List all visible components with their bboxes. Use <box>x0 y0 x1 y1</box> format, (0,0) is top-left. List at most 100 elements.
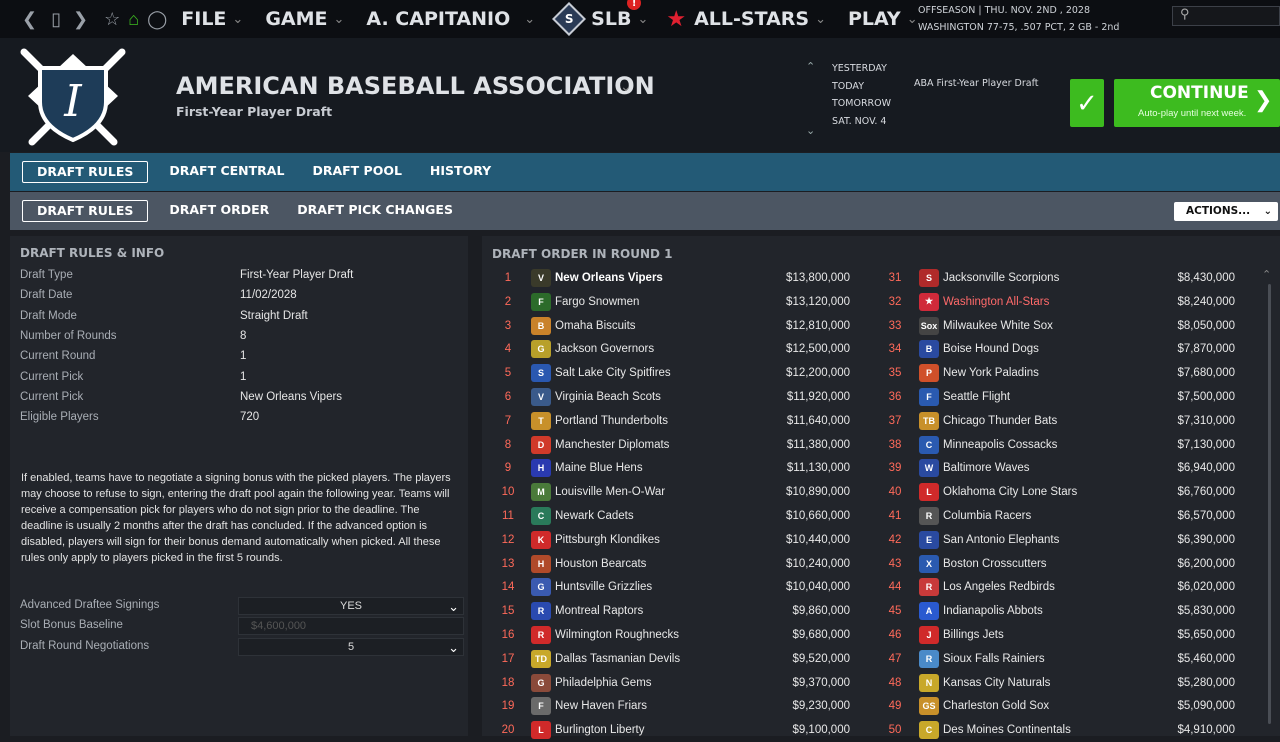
team-name[interactable]: Washington All-Stars <box>943 296 1049 308</box>
lightbulb-icon[interactable]: ◯ <box>147 9 167 30</box>
notification-badge: ! <box>627 0 642 10</box>
team-name[interactable]: New York Paladins <box>943 367 1039 379</box>
team-name[interactable]: Baltimore Waves <box>943 462 1030 474</box>
team-name[interactable]: Seattle Flight <box>943 391 1010 403</box>
menu-play[interactable]: PLAY ⌄ <box>848 0 918 38</box>
draft-pick-row[interactable]: 34 B Boise Hound Dogs $7,870,000 <box>0 337 1280 361</box>
draft-pick-row[interactable]: 49 GS Charleston Gold Sox $5,090,000 <box>0 694 1280 718</box>
team-name[interactable]: Des Moines Continentals <box>943 724 1071 736</box>
slot-amount: $7,500,000 <box>1177 391 1235 403</box>
scrollbar[interactable] <box>1268 284 1271 724</box>
actions-dropdown[interactable]: ACTIONS... ⌄ <box>1174 202 1278 221</box>
team-name[interactable]: Minneapolis Cossacks <box>943 439 1057 451</box>
team-name[interactable]: Milwaukee White Sox <box>943 320 1053 332</box>
star-icon[interactable]: ☆ <box>104 9 120 30</box>
pick-number: 36 <box>888 391 902 403</box>
menu-game[interactable]: GAME ⌄ <box>265 0 344 38</box>
pick-number: 45 <box>888 605 902 618</box>
subtab-draft-pick-changes[interactable]: DRAFT PICK CHANGES <box>283 200 467 222</box>
date-next[interactable]: SAT. NOV. 4 <box>832 113 891 131</box>
secondary-tabs: DRAFT RULES DRAFT ORDER DRAFT PICK CHANG… <box>10 192 1280 230</box>
chevron-up-icon[interactable]: ⌃ <box>806 60 815 73</box>
team-name[interactable]: Indianapolis Abbots <box>943 605 1043 617</box>
draft-pick-row[interactable]: 41 R Columbia Racers $6,570,000 <box>0 504 1280 528</box>
slot-amount: $5,280,000 <box>1177 676 1235 689</box>
team-star-icon: ★ <box>666 6 687 32</box>
tab-draft-pool[interactable]: DRAFT POOL <box>298 161 415 183</box>
team-name[interactable]: San Antonio Elephants <box>943 534 1059 546</box>
team-name[interactable]: Boston Crosscutters <box>943 558 1047 570</box>
menu-manager[interactable]: A. CAPITANIO ⌄ <box>366 0 535 38</box>
team-name[interactable]: Billings Jets <box>943 629 1004 641</box>
chevron-down-icon: ⌄ <box>815 11 826 27</box>
svg-text:I: I <box>63 76 83 127</box>
team-logo-icon: J <box>919 626 939 644</box>
rules-section-title: DRAFT RULES & INFO <box>20 246 165 260</box>
team-logo-icon: GS <box>919 697 939 716</box>
team-logo-icon: TB <box>919 411 939 430</box>
forward-arrow-icon[interactable]: ❯ <box>73 9 88 30</box>
team-logo-icon: C <box>919 435 939 454</box>
chevron-down-icon: ⌄ <box>906 11 918 27</box>
draft-pick-row[interactable]: 39 W Baltimore Waves $6,940,000 <box>0 456 1280 480</box>
menu-file[interactable]: FILE ⌄ <box>181 0 243 38</box>
chevron-down-icon[interactable]: ⌄ <box>806 124 815 137</box>
tab-history[interactable]: HISTORY <box>416 161 505 183</box>
subtab-draft-rules[interactable]: DRAFT RULES <box>22 200 149 222</box>
draft-pick-row[interactable]: 35 P New York Paladins $7,680,000 <box>0 361 1280 385</box>
chevron-down-icon[interactable]: ⌄ <box>620 78 632 95</box>
date-list: YESTERDAY TODAY TOMORROW SAT. NOV. 4 <box>832 60 891 131</box>
slot-amount: $8,240,000 <box>1177 295 1235 308</box>
draft-pick-row[interactable]: 45 A Indianapolis Abbots $5,830,000 <box>0 599 1280 623</box>
team-name[interactable]: Los Angeles Redbirds <box>943 581 1055 593</box>
draft-pick-row[interactable]: 37 TB Chicago Thunder Bats $7,310,000 <box>0 409 1280 433</box>
menu-team[interactable]: ★ ALL-STARS ⌄ <box>666 0 826 38</box>
draft-pick-row[interactable]: 46 J Billings Jets $5,650,000 <box>0 623 1280 647</box>
page-icon[interactable]: ▯ <box>51 9 61 30</box>
back-arrow-icon[interactable]: ❮ <box>22 9 37 30</box>
team-logo-icon: A <box>919 602 939 621</box>
team-name[interactable]: Charleston Gold Sox <box>943 700 1049 712</box>
draft-pick-row[interactable]: 47 R Sioux Falls Rainiers $5,460,000 <box>0 647 1280 671</box>
slot-amount: $5,650,000 <box>1177 629 1235 641</box>
tab-draft-rules[interactable]: DRAFT RULES <box>22 161 149 183</box>
scroll-up-icon[interactable]: ⌃ <box>1262 268 1271 281</box>
draft-pick-row[interactable]: 48 N Kansas City Naturals $5,280,000 <box>0 671 1280 695</box>
draft-pick-row[interactable]: 38 C Minneapolis Cossacks $7,130,000 <box>0 433 1280 457</box>
confirm-button[interactable]: ✓ <box>1070 79 1104 127</box>
date-today[interactable]: TODAY <box>832 78 891 96</box>
draft-pick-row[interactable]: 33 Sox Milwaukee White Sox $8,050,000 <box>0 314 1280 338</box>
draft-pick-row[interactable]: 40 L Oklahoma City Lone Stars $6,760,000 <box>0 480 1280 504</box>
league-logo: I <box>20 48 126 146</box>
team-name[interactable]: Chicago Thunder Bats <box>943 415 1057 427</box>
check-icon: ✓ <box>1076 87 1098 118</box>
pick-number: 44 <box>888 581 902 594</box>
team-logo-icon: L <box>919 483 939 502</box>
tab-draft-central[interactable]: DRAFT CENTRAL <box>155 161 298 183</box>
today-event: ABA First-Year Player Draft <box>914 78 1039 89</box>
team-name[interactable]: Oklahoma City Lone Stars <box>943 486 1077 498</box>
draft-pick-row[interactable]: 31 S Jacksonville Scorpions $8,430,000 <box>0 266 1280 290</box>
date-tomorrow[interactable]: TOMORROW <box>832 95 891 113</box>
team-name[interactable]: Kansas City Naturals <box>943 677 1050 689</box>
draft-pick-row[interactable]: 43 X Boston Crosscutters $6,200,000 <box>0 552 1280 576</box>
date-yesterday[interactable]: YESTERDAY <box>832 60 891 78</box>
season-status: OFFSEASON | THU. NOV. 2ND , 2028 WASHING… <box>918 5 1120 33</box>
draft-pick-row[interactable]: 32 ★ Washington All-Stars $8,240,000 <box>0 290 1280 314</box>
team-name[interactable]: Jacksonville Scorpions <box>943 272 1059 284</box>
draft-pick-row[interactable]: 36 F Seattle Flight $7,500,000 <box>0 385 1280 409</box>
draft-pick-row[interactable]: 42 E San Antonio Elephants $6,390,000 <box>0 528 1280 552</box>
draft-pick-row[interactable]: 50 C Des Moines Continentals $4,910,000 <box>0 718 1280 742</box>
draft-pick-row[interactable]: 44 R Los Angeles Redbirds $6,020,000 <box>0 575 1280 599</box>
subtab-draft-order[interactable]: DRAFT ORDER <box>155 200 283 222</box>
home-icon[interactable]: ⌂ <box>128 9 139 30</box>
menu-league[interactable]: S SLB! ⌄ <box>552 0 648 38</box>
team-name[interactable]: Sioux Falls Rainiers <box>943 653 1045 665</box>
continue-button[interactable]: CONTINUE Auto-play until next week. ❯ <box>1114 79 1280 127</box>
slot-amount: $5,090,000 <box>1177 700 1235 713</box>
team-logo-icon: Sox <box>919 316 939 335</box>
order-section-title: DRAFT ORDER IN ROUND 1 <box>492 247 673 261</box>
team-name[interactable]: Columbia Racers <box>943 510 1031 522</box>
team-name[interactable]: Boise Hound Dogs <box>943 343 1039 355</box>
slot-amount: $7,680,000 <box>1177 367 1235 380</box>
